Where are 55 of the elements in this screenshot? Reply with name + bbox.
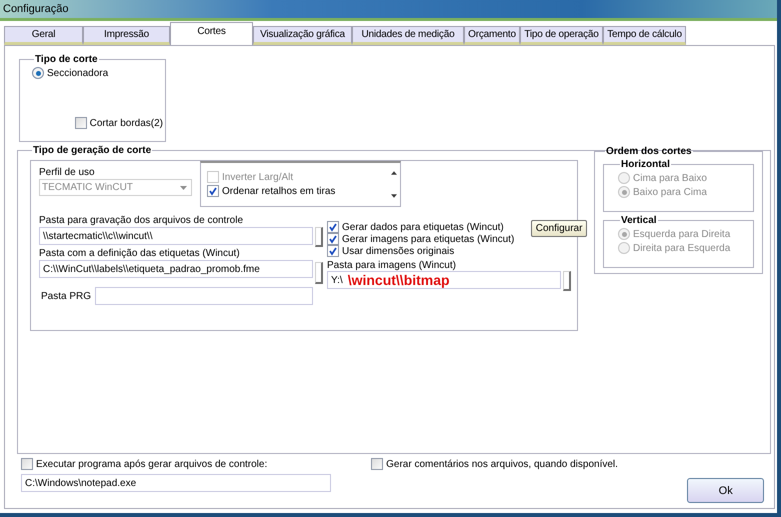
field-label: Perfil de uso [39,167,96,178]
checkbox-label: Ordenar retalhos em tiras [222,186,336,196]
group-title: Tipo de corte [34,54,99,65]
input-field[interactable]: C:\Windows\notepad.exe [21,474,331,492]
radio-label: Cima para Baixo [633,172,707,184]
input-field[interactable] [95,287,313,305]
group-title: Tipo de geração de corte [32,145,152,156]
radio-label: Direita para Esquerda [633,242,730,254]
tab[interactable]: Tempo de cálculo [603,26,686,45]
browse-button[interactable] [315,262,323,284]
radio-button[interactable] [32,67,44,79]
checkbox[interactable] [371,458,384,470]
group-title: Ordem dos cortes [605,146,693,157]
radio-label: Seccionadora [47,68,108,78]
browse-button[interactable] [315,227,323,247]
tab[interactable]: Impressão [83,26,170,45]
input-field[interactable]: Y:\ \wincut\\bitmap [327,271,561,289]
annotation: \wincut\\bitmap [348,272,450,288]
checkbox-label: Usar dimensões originais [342,246,454,256]
dropdown-arrow-icon [180,186,187,190]
field-label: Pasta PRG [40,290,92,302]
field-label: Pasta para imagens (Wincut) [327,260,457,271]
checkbox-label: Gerar comentários nos arquivos, quando disponível. [386,458,618,470]
checkbox[interactable] [74,117,87,129]
tab[interactable]: Visualização gráfica [253,26,352,45]
field-value: Y:\ [331,274,343,286]
ok-button[interactable]: Ok [687,478,764,503]
checkbox[interactable] [327,221,339,233]
input-field[interactable]: \\startecmatic\\c\\wincut\\ [39,227,313,245]
checkbox[interactable] [21,458,33,470]
tab[interactable]: Unidades de medição [352,26,464,45]
group-title: Vertical [620,215,658,226]
field-label: Pasta com a definição das etiquetas (Wincut) [39,248,241,259]
checkbox-label: Gerar imagens para etiquetas (Wincut) [342,234,514,244]
checkbox-label: Executar programa após gerar arquivos de controle: [36,458,268,470]
checkbox-label: Gerar dados para etiquetas (Wincut) [342,222,504,232]
input-field[interactable]: C:\\WinCut\\labels\\etiqueta_padrao_promob.fme [39,260,313,278]
scroll-down-icon[interactable] [390,194,396,198]
field-label: Pasta para gravação dos arquivos de controle [39,215,244,226]
tab[interactable]: Geral [4,26,83,45]
checkbox-label: Cortar bordas(2) [90,118,163,128]
browse-button[interactable] [563,271,571,291]
radio-label: Baixo para Cima [633,186,707,198]
checkbox[interactable] [207,185,219,197]
radio-label: Esquerda para Direita [633,228,730,240]
checkbox[interactable] [327,245,339,257]
checkbox[interactable] [327,233,339,245]
scroll-up-icon[interactable] [390,171,396,175]
tab[interactable]: Cortes [170,22,253,45]
tab[interactable]: Tipo de operação [520,26,603,45]
configure-button[interactable]: Configurar [530,220,588,236]
checkbox-label: Inverter Larg/Alt [222,172,294,182]
tab[interactable]: Orçamento [464,26,520,45]
window-title: Configuração [3,3,68,15]
group-title: Horizontal [620,159,671,170]
